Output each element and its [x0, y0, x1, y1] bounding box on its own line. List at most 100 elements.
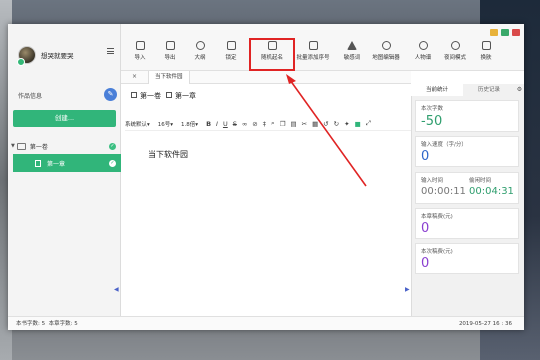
toolbar-label: 夜间模式 [443, 55, 466, 61]
app-window: 想哭就要哭 作品信息 ✎ 创建... ▼ 第一卷 ✓ 第一章 ✓ ◀ 导入 导出… [8, 24, 524, 330]
toolbar-label: 人物谱 [414, 55, 432, 61]
toolbar-map-editor-button[interactable]: 地图编辑器 [368, 41, 404, 61]
tab-bar: × 当下软件园 [121, 71, 411, 84]
input-time-label: 输入时间 [421, 178, 444, 184]
align-icon[interactable]: ‡ [263, 120, 266, 128]
highlight-box [249, 38, 295, 71]
session-words-value: -50 [421, 114, 443, 129]
font-select[interactable]: 系统默认▾ [125, 120, 150, 128]
batch-number-icon [308, 41, 318, 50]
document-icon [35, 159, 41, 167]
undo-icon[interactable]: ↺ [323, 120, 328, 128]
collapse-right-icon[interactable]: ▶ [405, 286, 410, 293]
toolbar-export-button[interactable]: 导出 [155, 41, 185, 61]
tab-current-stats[interactable]: 当前统计 [411, 84, 463, 96]
input-speed-value: 0 [421, 149, 430, 164]
maximize-button[interactable] [501, 29, 509, 36]
find-icon[interactable]: ⌕ [271, 119, 275, 128]
input-time-value: 00:00:11 [421, 186, 466, 197]
status-bar: 本书字数: 5 本章字数: 5 2019-05-27 16 : 36 [8, 316, 524, 330]
save-icon[interactable]: ■ [355, 120, 361, 128]
sensitive-word-icon [347, 41, 357, 50]
document-icon [166, 92, 172, 98]
session-fee-card: 本次稿费(元) 0 [415, 243, 519, 274]
word-count-status: 本书字数: 5 本章字数: 5 [16, 317, 78, 330]
chapter-words: 本章字数: 5 [48, 321, 78, 327]
chapter-fee-label: 本章稿费(元) [421, 214, 453, 220]
toolbar-label: 批量添加序号 [296, 55, 330, 61]
check-icon: ✓ [109, 143, 116, 150]
collapse-left-icon[interactable]: ◀ [114, 286, 119, 293]
fullscreen-icon[interactable]: ⤢ [366, 119, 371, 128]
time-card: 输入时间 00:00:11 偷闲时间 00:04:31 [415, 172, 519, 204]
minimize-button[interactable] [490, 29, 498, 36]
gear-icon[interactable]: ⚙ [515, 84, 524, 96]
toolbar-sensitive-word-button[interactable]: 敏感词 [337, 41, 367, 61]
session-words-card: 本次字数 -50 [415, 100, 519, 132]
outline-icon [195, 41, 205, 50]
session-fee-label: 本次稿费(元) [421, 249, 453, 255]
export-icon [165, 41, 175, 50]
menu-icon[interactable] [107, 48, 114, 54]
italic-button[interactable]: I [216, 120, 218, 128]
idle-time-value: 00:04:31 [469, 186, 514, 197]
user-profile[interactable]: 想哭就要哭 [17, 46, 74, 66]
tab-history[interactable]: 历史记录 [463, 84, 515, 96]
toolbar-label: 导入 [134, 55, 146, 61]
book-words: 本书字数: 5 [16, 321, 46, 327]
chapter-fee-value: 0 [421, 221, 430, 236]
toolbar-label: 换肤 [480, 55, 492, 61]
cut-icon[interactable]: ✂ [302, 120, 307, 128]
toolbar-label: 锁定 [225, 55, 237, 61]
avatar[interactable] [17, 46, 36, 66]
folder-icon [131, 92, 137, 98]
volume-label: 第一卷 [29, 143, 48, 151]
skin-icon [481, 41, 491, 50]
format-toolbar: 系统默认▾ 16号▾ 1.8倍▾ B I U S ∞ ⊘ ‡ ⌕ ❐ ▤ ✂ ▦… [125, 117, 411, 131]
online-status-icon [17, 58, 25, 66]
toolbar-label: 导出 [164, 55, 176, 61]
toolbar-label: 大纲 [194, 55, 206, 61]
toolbar-batch-number-button[interactable]: 批量添加序号 [291, 41, 335, 61]
underline-button[interactable]: U [223, 120, 228, 128]
toolbar-import-button[interactable]: 导入 [125, 41, 155, 61]
username: 想哭就要哭 [41, 52, 74, 60]
input-speed-card: 输入速度（字/分） 0 [415, 136, 519, 167]
strikethrough-button[interactable]: S [233, 120, 237, 128]
link-icon[interactable]: ∞ [242, 120, 247, 128]
paste-icon[interactable]: ▤ [290, 120, 296, 128]
collapse-caret-icon[interactable]: ▼ [11, 143, 15, 149]
breadcrumb: 第一卷 第一章 [131, 91, 196, 101]
toolbar-lock-button[interactable]: 锁定 [216, 41, 246, 61]
close-button[interactable] [512, 29, 520, 36]
copy-icon[interactable]: ❐ [280, 120, 286, 128]
sidebar-item-chapter[interactable]: 第一章 ✓ [13, 154, 121, 172]
tab-document[interactable]: 当下软件园 [148, 71, 190, 84]
toolbar-skin-button[interactable]: 换肤 [471, 41, 501, 61]
edit-work-info-button[interactable]: ✎ [104, 88, 117, 101]
breadcrumb-volume[interactable]: 第一卷 [131, 91, 161, 101]
font-size-select[interactable]: 16号▾ [158, 120, 173, 128]
editor-content[interactable]: 当下软件园 [148, 149, 188, 160]
format-brush-icon[interactable]: ▦ [312, 120, 318, 128]
night-mode-icon [450, 41, 460, 50]
toolbar-character-button[interactable]: 人物谱 [408, 41, 438, 61]
map-editor-icon [381, 41, 391, 50]
sidebar-item-volume[interactable]: ▼ 第一卷 ✓ [8, 139, 121, 153]
magic-icon[interactable]: ✦ [344, 120, 349, 128]
chapter-fee-card: 本章稿费(元) 0 [415, 208, 519, 239]
create-button[interactable]: 创建... [13, 110, 116, 127]
datetime: 2019-05-27 16 : 36 [458, 321, 512, 327]
toolbar-outline-button[interactable]: 大纲 [185, 41, 215, 61]
breadcrumb-chapter-label: 第一章 [175, 92, 196, 100]
clear-format-icon[interactable]: ⊘ [252, 120, 257, 128]
toolbar-night-mode-button[interactable]: 夜间模式 [440, 41, 470, 61]
redo-icon[interactable]: ↻ [334, 120, 339, 128]
close-tab-icon[interactable]: × [132, 73, 137, 80]
bold-button[interactable]: B [206, 120, 211, 128]
session-words-label: 本次字数 [421, 106, 444, 112]
toolbar-label: 敏感词 [343, 55, 361, 61]
breadcrumb-chapter[interactable]: 第一章 [166, 91, 196, 101]
line-height-select[interactable]: 1.8倍▾ [181, 120, 198, 128]
line-height-value: 1.8倍 [181, 121, 196, 128]
